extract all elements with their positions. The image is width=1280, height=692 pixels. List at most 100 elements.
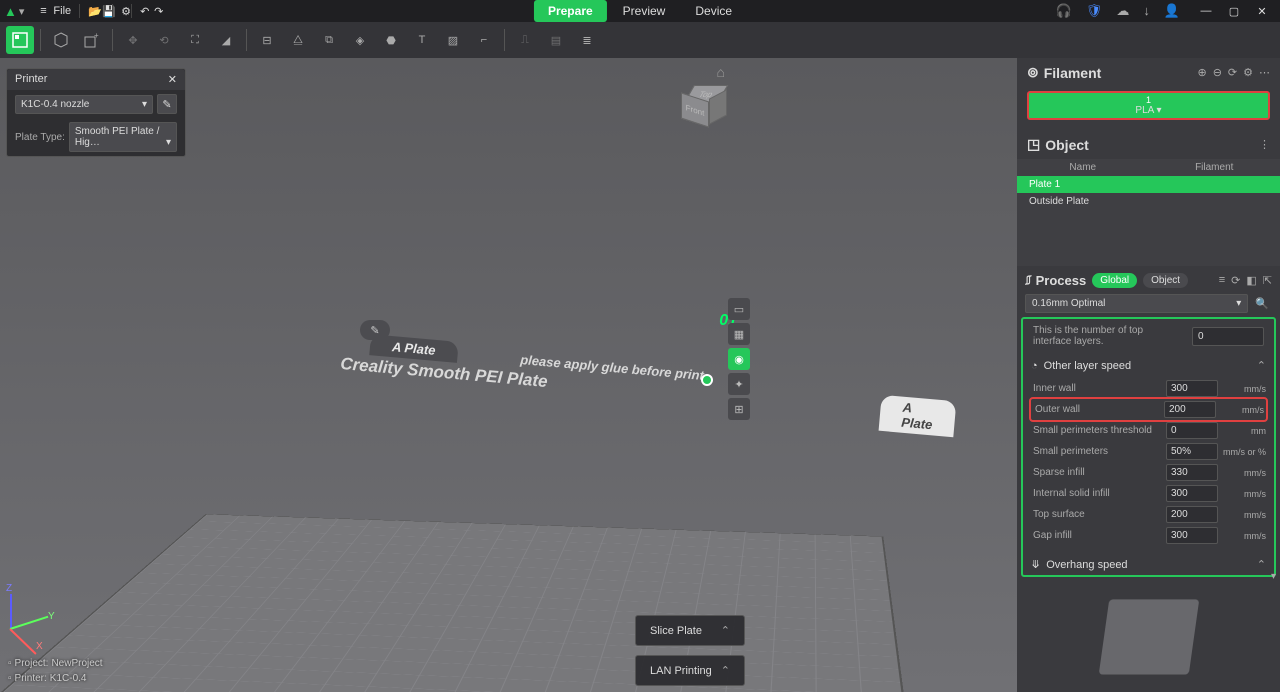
remove-filament-icon[interactable]: ⊖ xyxy=(1213,66,1222,79)
printer-select[interactable]: K1C-0.4 nozzle▾ xyxy=(15,95,153,114)
process-profile-select[interactable]: 0.16mm Optimal▾ xyxy=(1025,294,1248,313)
tool-mirror[interactable]: ⧋ xyxy=(284,26,312,54)
param-unit: mm xyxy=(1222,426,1266,436)
desc-value-input[interactable] xyxy=(1192,327,1264,346)
category-overhang-speed[interactable]: ⤋ Overhang speed ⌃ xyxy=(1031,552,1266,577)
proc-ic-4[interactable]: ⇱ xyxy=(1263,274,1272,287)
scope-object[interactable]: Object xyxy=(1143,273,1188,288)
tool-measure[interactable]: ⌐ xyxy=(470,26,498,54)
object-row[interactable]: Outside Plate xyxy=(1017,193,1280,210)
chevron-up-icon: ⌃ xyxy=(1257,558,1266,571)
status-bar: ▫Project:NewProject ▫Printer:K1C-0.4 xyxy=(8,656,103,686)
tool-split[interactable]: ◈ xyxy=(346,26,374,54)
view-cube[interactable]: Top Front xyxy=(672,73,727,133)
sync-filament-icon[interactable]: ⟳ xyxy=(1228,66,1237,79)
param-value-input[interactable] xyxy=(1166,464,1218,481)
add-filament-icon[interactable]: ⊕ xyxy=(1197,66,1206,79)
collapse-preview-icon[interactable]: ▾ xyxy=(1271,571,1276,582)
search-icon[interactable]: 🔍 xyxy=(1252,294,1272,313)
param-label: Sparse infill xyxy=(1031,467,1162,478)
tool-hollow[interactable]: ⬣ xyxy=(377,26,405,54)
overhang-icon: ⤋ xyxy=(1031,558,1040,571)
side-tool-2[interactable]: ▦ xyxy=(728,323,750,345)
plate-label-b: A Plate xyxy=(879,395,957,437)
param-unit: mm/s xyxy=(1222,468,1266,478)
category-other-speed[interactable]: ◔ Other layer speed ⌃ xyxy=(1031,353,1266,378)
app-menu-dropdown[interactable]: ▾ xyxy=(19,5,25,18)
param-unit: mm/s xyxy=(1222,510,1266,520)
lan-printing-button[interactable]: LAN Printing⌃ xyxy=(635,655,745,686)
tool-support[interactable]: ⎍ xyxy=(511,26,539,54)
filament-title: Filament xyxy=(1044,65,1102,81)
save-icon[interactable]: 💾 xyxy=(96,2,110,21)
close-icon[interactable]: ✕ xyxy=(168,73,177,86)
tool-text[interactable]: T xyxy=(408,26,436,54)
tab-device[interactable]: Device xyxy=(681,0,746,22)
proc-ic-1[interactable]: ≡ xyxy=(1219,274,1225,286)
tool-mesh[interactable]: ⧉ xyxy=(315,26,343,54)
tool-add-part[interactable]: + xyxy=(78,26,106,54)
object-list[interactable]: Plate 1 Outside Plate xyxy=(1017,176,1280,266)
undo-icon[interactable]: ↶ xyxy=(134,2,148,21)
param-unit: mm/s xyxy=(1220,405,1264,415)
tool-rotate[interactable]: ⟲ xyxy=(150,26,178,54)
tool-place[interactable]: ◢ xyxy=(212,26,240,54)
redo-icon[interactable]: ↷ xyxy=(148,2,162,21)
window-minimize[interactable]: ― xyxy=(1192,5,1220,18)
filament-settings-icon[interactable]: ⚙ xyxy=(1243,66,1253,79)
tool-scale[interactable]: ⛶ xyxy=(181,26,209,54)
build-plate[interactable]: ✎ A Plate A Plate please apply glue befo… xyxy=(50,278,930,658)
menu-file[interactable]: ≡File xyxy=(30,2,77,20)
param-row: Small perimetersmm/s or % xyxy=(1031,441,1266,462)
open-icon[interactable]: 📂 xyxy=(82,2,96,21)
param-value-input[interactable] xyxy=(1166,485,1218,502)
tool-add-cube[interactable] xyxy=(47,26,75,54)
param-value-input[interactable] xyxy=(1166,443,1218,460)
proc-ic-3[interactable]: ◧ xyxy=(1246,274,1256,287)
window-close[interactable]: ✕ xyxy=(1248,5,1276,18)
side-tool-1[interactable]: ▭ xyxy=(728,298,750,320)
window-maximize[interactable]: ▢ xyxy=(1220,5,1248,18)
param-value-input[interactable] xyxy=(1164,401,1216,418)
side-tool-5[interactable]: ⊞ xyxy=(728,398,750,420)
filament-more-icon[interactable]: ⋯ xyxy=(1259,66,1270,79)
object-icon: ◳ xyxy=(1027,136,1040,153)
filament-chip[interactable]: 1 PLA ▾ xyxy=(1027,91,1270,120)
tool-arrange[interactable] xyxy=(6,26,34,54)
support-icon[interactable]: 🎧 xyxy=(1056,3,1072,19)
param-value-input[interactable] xyxy=(1166,422,1218,439)
param-value-input[interactable] xyxy=(1166,527,1218,544)
side-tool-active[interactable]: ◉ xyxy=(728,348,750,370)
param-row: Sparse infill mm/s xyxy=(1031,462,1266,483)
param-value-input[interactable] xyxy=(1166,380,1218,397)
user-icon[interactable]: 👤 xyxy=(1164,3,1180,19)
tab-prepare[interactable]: Prepare xyxy=(534,0,607,22)
tool-cut[interactable]: ⊟ xyxy=(253,26,281,54)
object-title: Object xyxy=(1045,137,1089,153)
object-row[interactable]: Plate 1 xyxy=(1017,176,1280,193)
object-more-icon[interactable]: ⋮ xyxy=(1259,138,1270,151)
tab-preview[interactable]: Preview xyxy=(609,0,680,22)
param-label: Top surface xyxy=(1031,509,1162,520)
plate-type-select[interactable]: Smooth PEI Plate / Hig…▾ xyxy=(69,122,177,152)
scope-global[interactable]: Global xyxy=(1092,273,1137,288)
tool-paint[interactable]: ▨ xyxy=(439,26,467,54)
tool-seam[interactable]: ▤ xyxy=(542,26,570,54)
filament-icon: ⊚ xyxy=(1027,64,1039,81)
tool-list[interactable]: ≣ xyxy=(573,26,601,54)
param-label: Small perimeters xyxy=(1031,446,1162,457)
chevron-up-icon: ⌃ xyxy=(721,664,730,677)
settings-icon[interactable]: ⚙ xyxy=(115,2,129,21)
param-value-input[interactable] xyxy=(1166,506,1218,523)
shield-icon[interactable]: 🛡 xyxy=(1086,3,1103,19)
tool-move[interactable]: ✥ xyxy=(119,26,147,54)
proc-ic-2[interactable]: ⟳ xyxy=(1231,274,1240,287)
object-col-name: Name xyxy=(1017,162,1149,173)
process-icon: ⎎ xyxy=(1025,272,1032,288)
download-icon[interactable]: ↓ xyxy=(1143,3,1150,19)
cloud-icon[interactable]: ☁ xyxy=(1116,3,1129,19)
sep xyxy=(112,4,113,18)
side-tool-4[interactable]: ✦ xyxy=(728,373,750,395)
edit-printer-icon[interactable]: ✎ xyxy=(157,94,177,114)
slice-plate-button[interactable]: Slice Plate⌃ xyxy=(635,615,745,646)
